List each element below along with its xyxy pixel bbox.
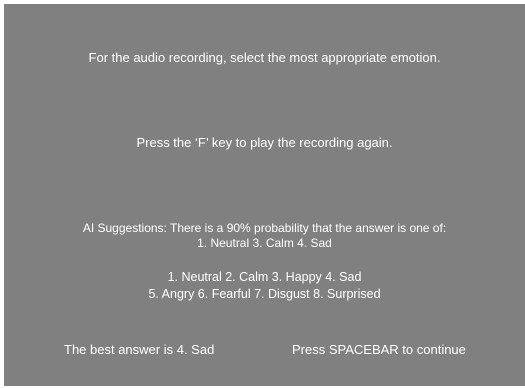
ai-suggestion-text: AI Suggestions: There is a 90% probabili… (82, 221, 447, 235)
ai-suggestion-options: 1. Neutral 3. Calm 4. Sad (197, 236, 332, 250)
emotion-options-row-1: 1. Neutral 2. Calm 3. Happy 4. Sad (167, 270, 362, 284)
experiment-screen: For the audio recording, select the most… (4, 4, 525, 386)
instruction-text: For the audio recording, select the most… (88, 50, 441, 65)
emotion-options-row-2: 5. Angry 6. Fearful 7. Disgust 8. Surpri… (148, 287, 381, 301)
best-answer-text: The best answer is 4. Sad (64, 342, 215, 357)
continue-hint-text: Press SPACEBAR to continue (292, 342, 466, 357)
replay-hint-text: Press the ‘F’ key to play the recording … (136, 135, 393, 150)
